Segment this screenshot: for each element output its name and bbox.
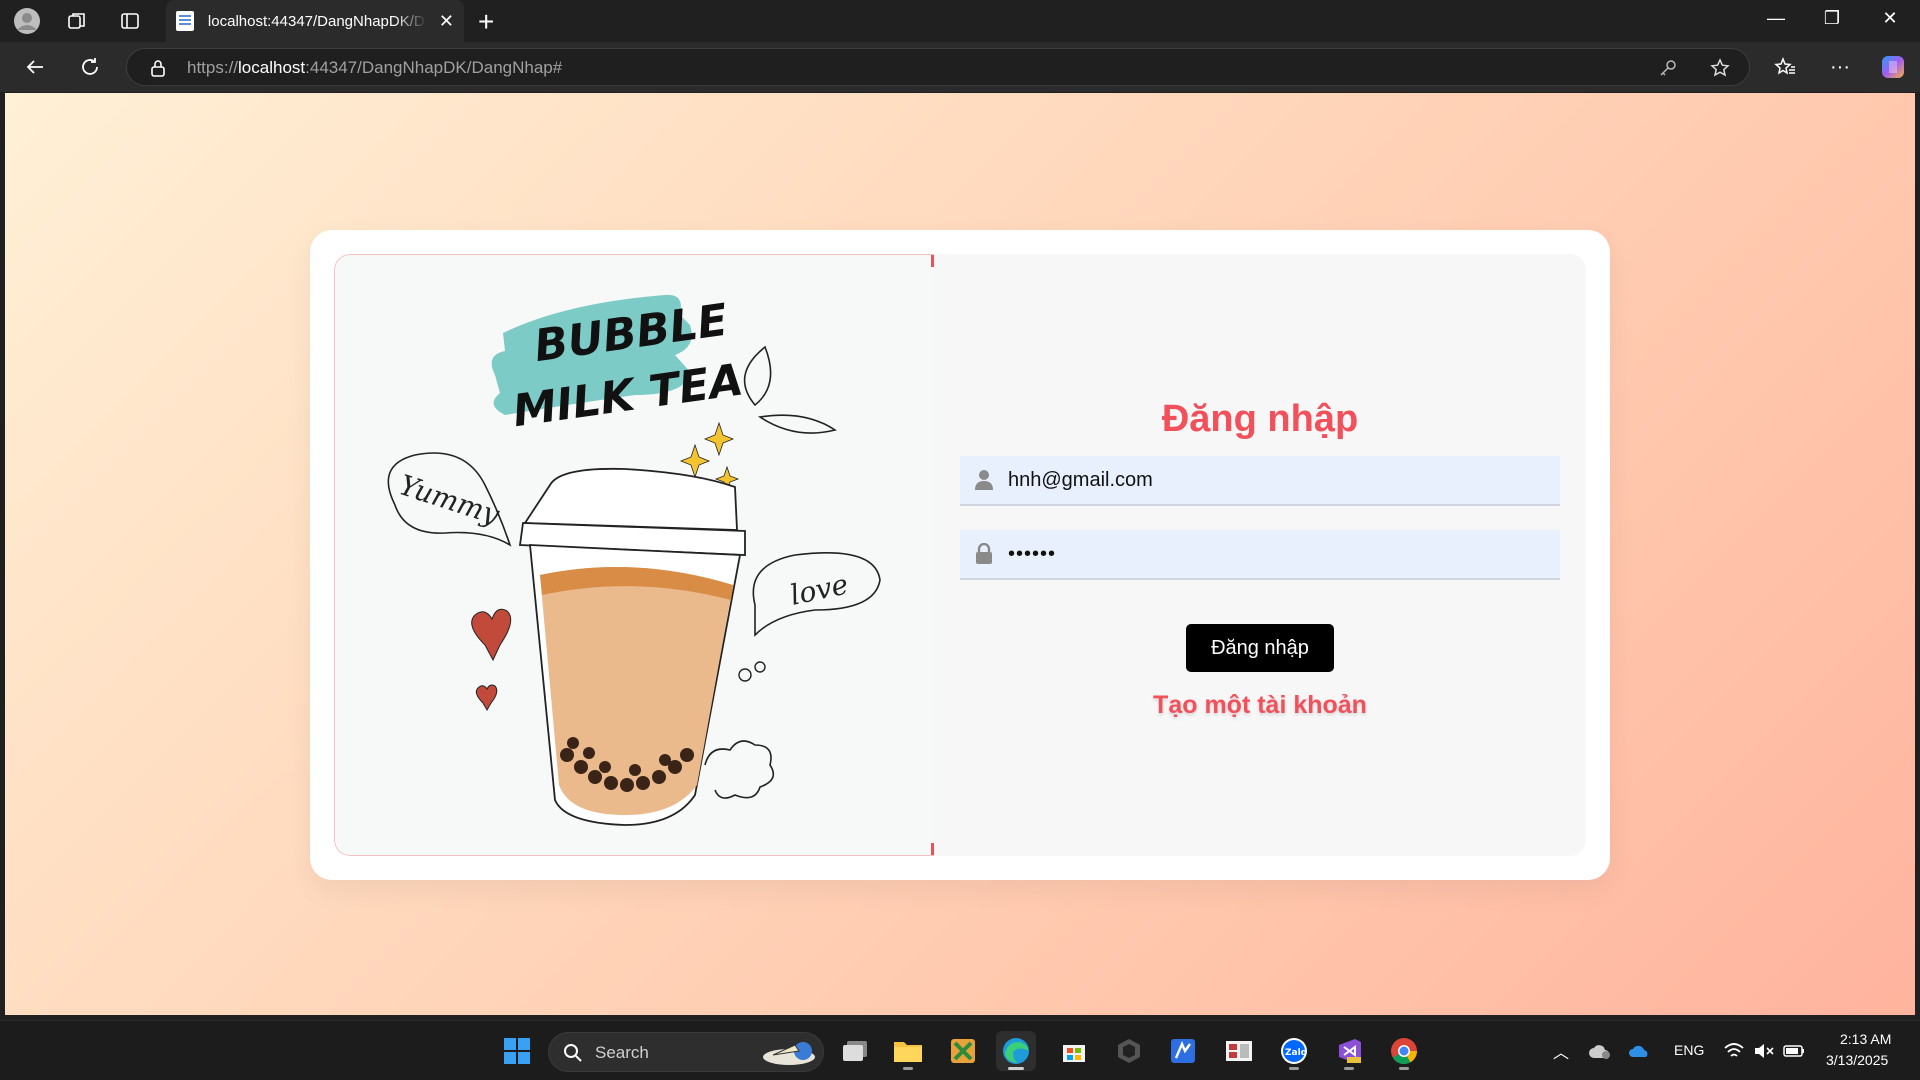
bubble-tea-illustration: BUBBLE MILK TEA Yummy love [334,254,934,856]
file-explorer-icon[interactable] [888,1031,928,1071]
bubble-icon [738,668,752,682]
profile-icon[interactable] [13,7,41,35]
close-tab-icon[interactable]: ✕ [439,11,454,32]
puff-cloud-icon [704,740,775,799]
favorites-icon[interactable] [1770,52,1800,82]
email-input[interactable]: hnh@gmail.com [1008,469,1528,492]
key-icon[interactable] [1657,57,1679,79]
tray-overflow-chevron-icon[interactable]: ︿ [1553,1039,1569,1063]
search-label: Search [595,1043,649,1062]
vertical-tabs-icon[interactable] [116,7,144,35]
visual-studio-preview-icon[interactable] [1329,1031,1369,1071]
tab-active[interactable]: localhost:44347/DangNhapDK/DangNhap# ✕ [166,0,464,42]
leaf-icon [757,414,837,434]
snipping-tool-icon[interactable] [943,1031,983,1071]
page-viewport: BUBBLE MILK TEA Yummy love Đăng nhập hnh… [5,93,1915,1015]
login-title: Đăng nhập [1161,398,1359,440]
chrome-icon[interactable] [1384,1031,1424,1071]
close-window-button[interactable]: ✕ [1870,8,1910,29]
leaf-icon [743,345,772,407]
illustration-svg: BUBBLE MILK TEA Yummy love [387,295,881,826]
clock-time[interactable]: 2:13 AM [1840,1031,1891,1047]
login-card-inner: BUBBLE MILK TEA Yummy love Đăng nhập hnh… [334,254,1586,856]
milk-tea-fill [540,567,733,815]
login-card: BUBBLE MILK TEA Yummy love Đăng nhập hnh… [310,230,1610,880]
github-desktop-icon[interactable] [1109,1031,1149,1071]
back-button[interactable] [20,52,50,82]
password-field[interactable]: •••••• [960,530,1560,580]
visual-studio-code-icon[interactable] [1163,1031,1203,1071]
sparkle-icon [679,443,711,479]
favorite-star-icon[interactable] [1709,57,1731,79]
login-form-panel: Đăng nhập hnh@gmail.com •••••• Đăng nhập… [934,254,1586,856]
search-icon [564,1044,582,1062]
search-highlight-icon [763,1042,815,1065]
office-app-icon[interactable] [1219,1031,1259,1071]
bubble-icon [754,661,766,673]
create-account-link[interactable]: Tạo một tài khoản [934,691,1586,720]
bubble-right-text: love [787,567,851,611]
restore-button[interactable]: ❐ [1812,8,1852,29]
tab-title: localhost:44347/DangNhapDK/DangNhap# [207,12,427,30]
microsoft-store-icon[interactable] [1054,1031,1094,1071]
password-input[interactable]: •••••• [1008,543,1528,566]
new-tab-button[interactable]: + [478,6,494,38]
taskbar-search-box[interactable]: Search [548,1032,824,1072]
zalo-icon[interactable]: Zalo [1274,1031,1314,1071]
user-icon [960,456,1008,504]
battery-icon[interactable] [1776,1033,1812,1069]
minimize-button[interactable]: — [1756,8,1796,29]
lock-field-icon [960,530,1008,578]
task-view-icon[interactable] [835,1031,875,1071]
address-bar[interactable]: https://localhost:44347/DangNhapDK/DangN… [126,48,1750,86]
svg-text:Zalo: Zalo [1285,1048,1307,1058]
cup-lid [523,467,738,531]
start-button[interactable] [497,1031,537,1071]
bubble-left-text: Yummy [395,468,504,532]
more-menu-icon[interactable]: ··· [1825,52,1855,82]
page-favicon-icon [176,11,194,31]
heart-icon [475,684,498,712]
language-indicator[interactable]: ENG [1674,1042,1704,1058]
onedrive-sync-icon[interactable] [1582,1033,1618,1069]
browser-toolbar: https://localhost:44347/DangNhapDK/DangN… [0,42,1920,92]
windows-taskbar: Search Zalo ︿ ENG 2:13 AM 3/13/2025 [0,1020,1920,1080]
refresh-button[interactable] [75,52,105,82]
edge-browser-icon[interactable] [996,1031,1036,1071]
email-field[interactable]: hnh@gmail.com [960,456,1560,506]
lock-icon[interactable] [147,57,169,79]
sparkle-icon [703,421,735,457]
login-submit-button[interactable]: Đăng nhập [1186,624,1334,672]
url-text[interactable]: https://localhost:44347/DangNhapDK/DangN… [187,58,562,78]
heart-icon [471,608,512,662]
onedrive-icon[interactable] [1622,1033,1658,1069]
browser-tab-bar: localhost:44347/DangNhapDK/DangNhap# ✕ +… [0,0,1920,42]
workspaces-icon[interactable] [63,7,91,35]
copilot-icon[interactable] [1878,52,1908,82]
clock-date[interactable]: 3/13/2025 [1826,1052,1888,1068]
